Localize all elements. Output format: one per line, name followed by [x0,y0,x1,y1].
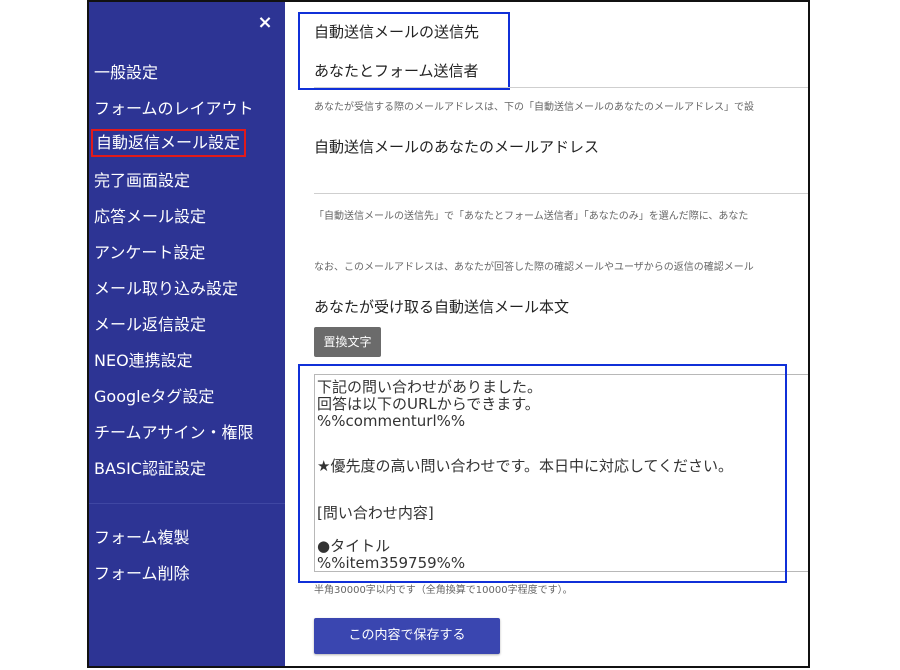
sidebar-item-auto-reply[interactable]: 自動返信メール設定 [91,129,247,157]
sidebar-item-neo-integration[interactable]: NEO連携設定 [94,348,193,374]
settings-sidebar: × 一般設定 フォームのレイアウト 自動返信メール設定 完了画面設定 応答メール… [89,2,285,666]
address-label: 自動送信メールのあなたのメールアドレス [314,138,600,156]
placeholder-chars-button[interactable]: 置換文字 [314,327,381,357]
save-button[interactable]: この内容で保存する [314,618,500,654]
sidebar-item-google-tag[interactable]: Googleタグ設定 [94,384,214,410]
sidebar-item-duplicate-form[interactable]: フォーム複製 [94,525,190,551]
close-icon[interactable]: × [255,11,275,35]
char-limit-hint: 半角30000字以内です（全角換算で10000字程度です）。 [314,585,573,596]
settings-window: × 一般設定 フォームのレイアウト 自動返信メール設定 完了画面設定 応答メール… [87,0,810,668]
mail-body-highlight [298,364,787,583]
sidebar-divider [89,503,285,504]
address-hint: 「自動送信メールの送信先」で「あなたとフォーム送信者」「あなたのみ」を選んだ際に… [314,211,749,222]
sidebar-item-mail-reply[interactable]: メール返信設定 [94,312,206,338]
sidebar-item-team-assign[interactable]: チームアサイン・権限 [94,420,254,446]
body-label: あなたが受け取る自動送信メール本文 [314,298,570,316]
sidebar-item-basic-auth[interactable]: BASIC認証設定 [94,456,206,482]
recipient-select[interactable]: あなたとフォーム送信者 [314,60,479,81]
address-underline [314,193,808,194]
settings-content: 自動送信メールの送信先 あなたとフォーム送信者 あなたが受信する際のメールアドレ… [285,2,808,666]
sidebar-item-mail-import[interactable]: メール取り込み設定 [94,276,238,302]
sidebar-item-form-layout[interactable]: フォームのレイアウト [94,96,254,122]
sidebar-item-completion-page[interactable]: 完了画面設定 [94,168,190,194]
sidebar-item-survey[interactable]: アンケート設定 [94,240,205,266]
recipient-underline [314,87,808,88]
recipient-label: 自動送信メールの送信先 [314,23,480,41]
recipient-hint: あなたが受信する際のメールアドレスは、下の「自動送信メールのあなたのメールアドレ… [314,102,754,113]
sidebar-item-response-mail[interactable]: 応答メール設定 [94,204,206,230]
address-note: なお、このメールアドレスは、あなたが回答した際の確認メールやユーザからの返信の確… [314,262,754,273]
sidebar-item-general[interactable]: 一般設定 [94,60,158,86]
sidebar-item-delete-form[interactable]: フォーム削除 [94,561,190,587]
address-input[interactable] [314,168,808,192]
